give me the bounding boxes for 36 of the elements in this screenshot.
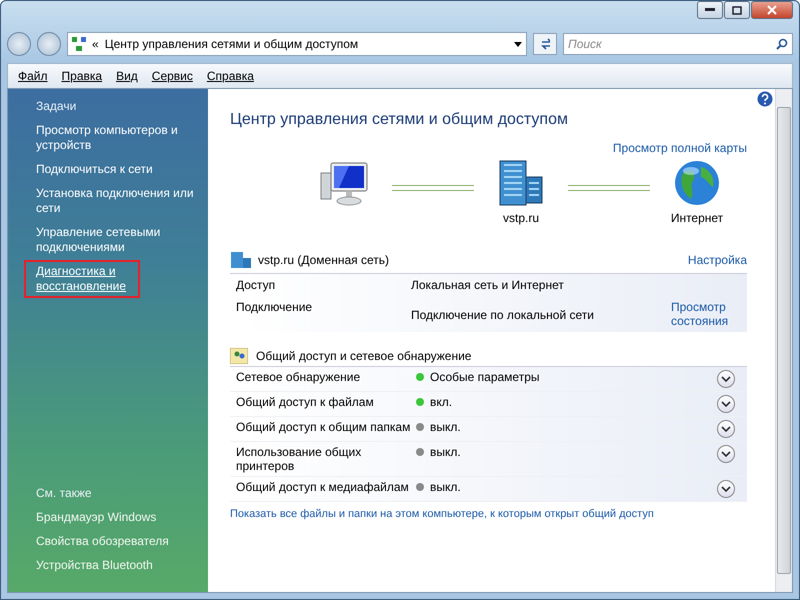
page-title: Центр управления сетями и общим доступом [230,111,569,129]
see-also-heading: См. также [36,486,93,501]
row-value: выкл. [430,445,462,459]
tasks-heading: Задачи [36,99,78,114]
search-field[interactable]: Поиск [563,33,793,55]
node-label: Интернет [670,211,724,225]
menu-item[interactable]: Вид [116,69,138,83]
row-label: Общий доступ к общим папкам [236,420,412,434]
task-link[interactable]: Управление сетевыми подключениями [36,225,202,255]
menu-item[interactable]: Справка [206,69,254,83]
address-bar[interactable]: « Центр управления сетями и общим доступом [67,32,527,56]
show-shared-link[interactable]: Показать все файлы и папки на этом компьютере, к которым открыт общий доступ [230,508,747,520]
node-label: vstp.ru [502,211,539,225]
task-link[interactable]: Подключиться к сети [36,162,202,177]
row-value: выкл. [430,480,462,494]
menu-item[interactable]: Правка [62,69,102,83]
row-label: Доступ [236,278,276,292]
row-label: Использование общих принтеров [236,445,362,473]
row-label: Общий доступ к файлам [236,395,375,409]
view-status-link[interactable]: Просмотр состояния [671,300,741,328]
row-value: вкл. [430,395,454,409]
section-title: Общий доступ и сетевое обнаружение [256,349,472,363]
network-name: vstp.ru (Доменная сеть) [258,253,390,267]
row-label: Подключение [236,300,314,314]
task-link[interactable]: Установка подключения или сети [36,186,202,216]
menu-item[interactable]: Файл [18,69,48,83]
row-value: выкл. [430,420,462,434]
row-value: Подключение по локальной сети [411,307,595,322]
full-map-link[interactable]: Просмотр полной карты [612,141,747,155]
task-link[interactable]: Просмотр компьютеров и устройств [36,123,202,153]
row-label: Общий доступ к медиафайлам [236,480,410,494]
row-value: Особые параметры [430,370,540,384]
settings-link[interactable]: Настройка [688,253,747,267]
menu-item[interactable]: Сервис [152,69,193,83]
row-value: Локальная сеть и Интернет [411,278,565,292]
row-label: Сетевое обнаружение [236,370,362,384]
